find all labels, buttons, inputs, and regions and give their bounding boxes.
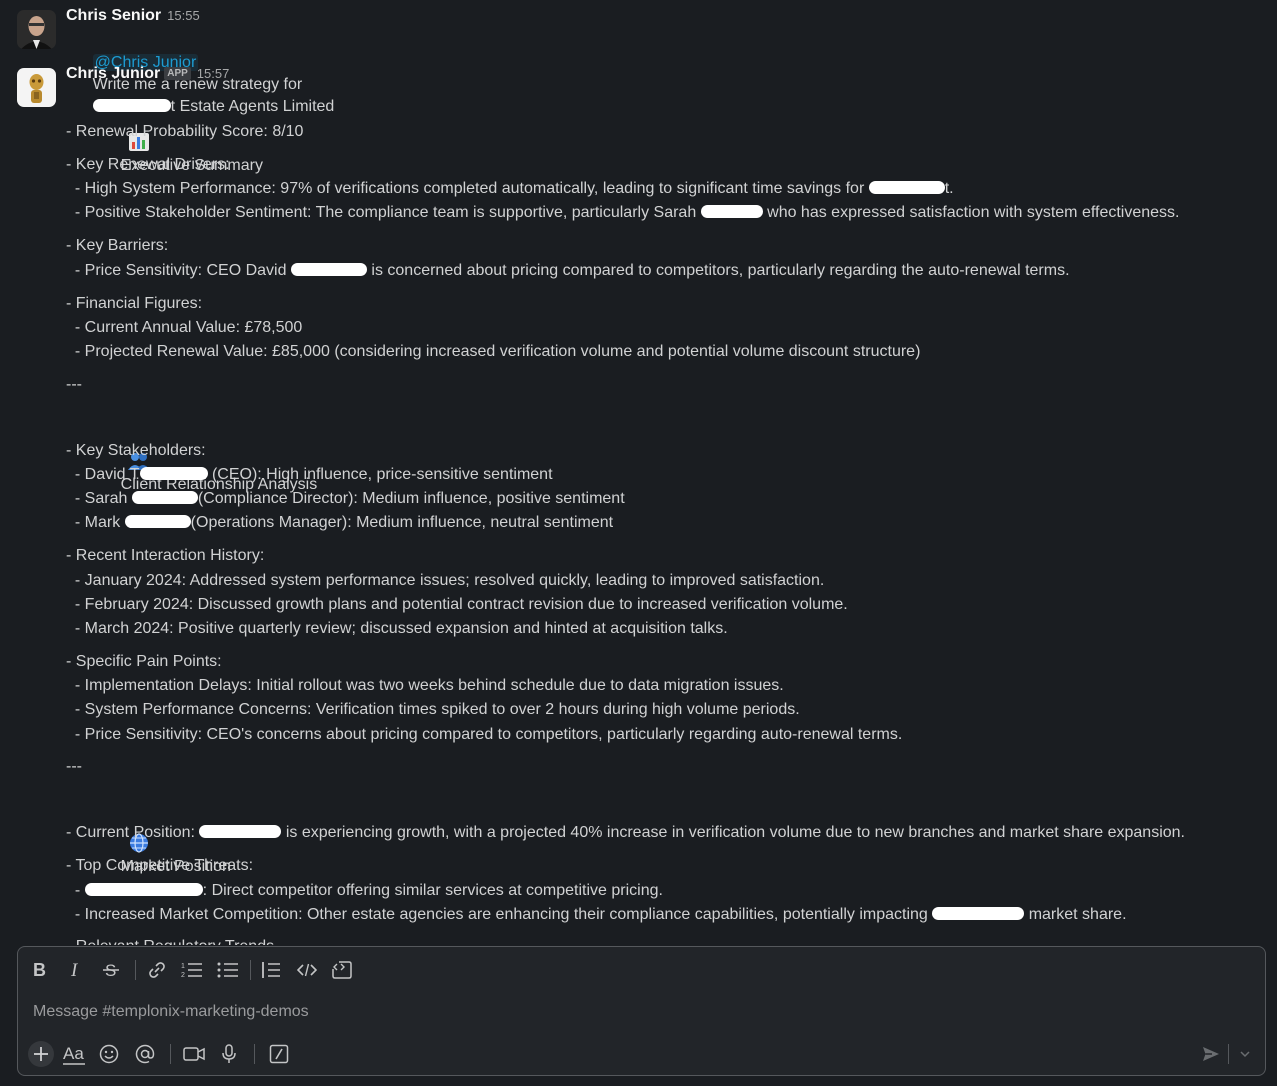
toolbar-divider [135,960,136,980]
redaction [199,825,282,838]
divider: --- [66,758,82,775]
microphone-icon[interactable] [220,1043,238,1065]
ordered-list-icon[interactable]: 12 [181,961,203,979]
redaction [139,467,208,480]
message-input[interactable]: Message #templonix-marketing-demos [33,1003,309,1021]
message-feed: Chris Senior 15:55 @Chris Junior Write me… [0,0,1277,945]
author-name[interactable]: Chris Senior [66,7,161,24]
chevron-down-icon[interactable] [1238,1047,1252,1066]
mention-icon[interactable] [135,1044,155,1064]
link-icon[interactable] [147,961,167,979]
bold-icon[interactable]: B [32,960,48,980]
plus-icon[interactable] [28,1041,54,1067]
svg-text:Aa: Aa [63,1044,84,1063]
toolbar-divider [1228,1044,1229,1064]
strikethrough-icon[interactable]: S [102,960,120,980]
redaction [124,515,191,528]
redaction [131,491,198,504]
redaction [290,263,367,276]
avatar[interactable] [17,68,56,107]
app-badge: APP [164,67,191,80]
message-header: Chris Senior 15:55 [66,7,200,25]
redaction [932,907,1025,920]
avatar[interactable] [17,10,56,49]
blockquote-icon[interactable] [261,961,281,979]
code-block-icon[interactable] [332,960,352,980]
code-icon[interactable] [297,961,317,979]
svg-text:B: B [33,960,46,980]
redaction [868,181,945,194]
author-name[interactable]: Chris Junior [66,65,160,82]
bulleted-list-icon[interactable] [217,961,239,979]
message-header: Chris Junior APP 15:57 [66,65,229,83]
message-composer: B I S 12 Message #templonix-marketing-de… [17,946,1266,1076]
toolbar-divider [250,960,251,980]
slash-command-icon[interactable] [269,1044,289,1064]
svg-text:1: 1 [181,963,185,970]
divider: --- [66,376,82,393]
redaction [700,205,763,218]
send-icon[interactable] [1201,1044,1221,1069]
formatting-aa-icon[interactable]: Aa [62,1043,86,1065]
toolbar-divider [254,1044,255,1064]
svg-text:I: I [70,960,79,980]
timestamp[interactable]: 15:55 [167,8,200,23]
video-icon[interactable] [183,1045,205,1063]
emoji-icon[interactable] [99,1044,119,1064]
timestamp[interactable]: 15:57 [197,66,230,81]
svg-text:2: 2 [181,972,185,979]
italic-icon[interactable]: I [68,960,84,980]
redaction [84,883,203,896]
toolbar-divider [170,1044,171,1064]
